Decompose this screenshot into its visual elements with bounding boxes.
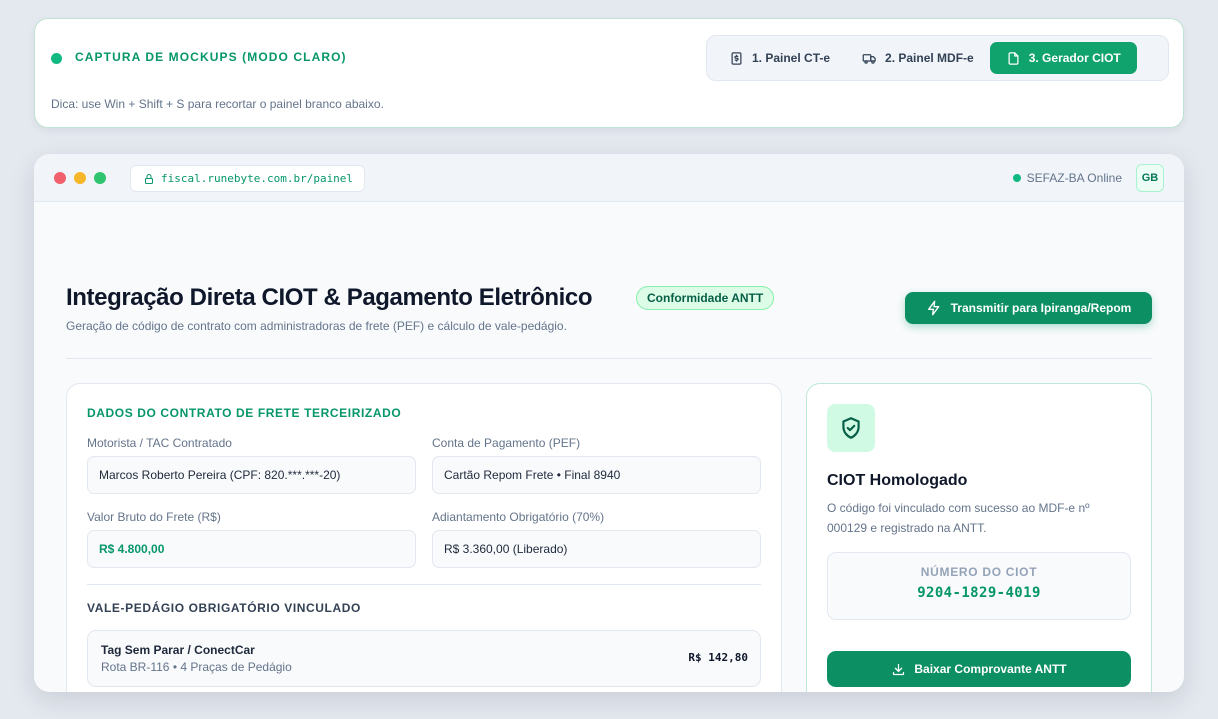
ciot-title: CIOT Homologado (827, 472, 968, 489)
address-bar[interactable]: fiscal.runebyte.com.br/painel (130, 165, 365, 192)
driver-label: Motorista / TAC Contratado (87, 436, 232, 450)
online-dot (1012, 174, 1021, 182)
ciot-number: 9204-1829-4019 (917, 585, 1041, 601)
close-window-button[interactable] (54, 172, 66, 184)
page-title: Integração Direta CIOT & Pagamento Eletr… (66, 284, 593, 311)
tab-label: 3. Gerador CIOT (1028, 51, 1121, 65)
maximize-window-button[interactable] (94, 172, 106, 184)
contract-section-title: DADOS DO CONTRATO DE FRETE TERCEIRIZADO (87, 406, 402, 420)
download-icon (893, 663, 905, 675)
capture-title: CAPTURA DE MOCKUPS (MODO CLARO) (75, 50, 347, 64)
title-bar: fiscal.runebyte.com.br/painel SEFAZ-BA O… (34, 154, 1184, 202)
transmit-button[interactable]: Transmitir para Ipiranga/Repom (905, 292, 1152, 324)
status-text: SEFAZ-BA Online (1026, 171, 1122, 185)
page-subtitle: Geração de código de contrato com admini… (66, 319, 567, 333)
truck-icon (862, 53, 876, 64)
ciot-number-label: NÚMERO DO CIOT (920, 565, 1038, 579)
minimize-window-button[interactable] (74, 172, 86, 184)
advance-label: Adiantamento Obrigatório (70%) (432, 510, 605, 524)
sefaz-status: SEFAZ-BA Online (1012, 171, 1122, 185)
account-label: Conta de Pagamento (PEF) (432, 436, 581, 450)
toll-route: Rota BR-116 • 4 Praças de Pedágio (101, 660, 292, 674)
lightning-icon (927, 300, 939, 316)
capture-hint: Dica: use Win + Shift + S para recortar … (51, 97, 384, 111)
shield-check-icon-wrapper (827, 404, 875, 452)
download-label: Baixar Comprovante ANTT (914, 662, 1067, 676)
document-icon (1008, 51, 1019, 65)
contract-divider (87, 584, 761, 585)
page-content: Integração Direta CIOT & Pagamento Eletr… (34, 202, 1184, 692)
tab-painel-cte[interactable]: 1. Painel CT-e (713, 42, 846, 74)
receipt-dollar-icon (731, 51, 742, 65)
contract-panel: DADOS DO CONTRATO DE FRETE TERCEIRIZADO … (66, 383, 782, 692)
shield-check-icon (842, 417, 860, 439)
capture-card: CAPTURA DE MOCKUPS (MODO CLARO) Dica: us… (34, 18, 1184, 128)
url-text: fiscal.runebyte.com.br/painel (161, 172, 354, 185)
transmit-label: Transmitir para Ipiranga/Repom (950, 301, 1132, 315)
panel-switcher: 1. Painel CT-e 2. Painel MDF-e 3. Gerado… (706, 35, 1169, 81)
ciot-number-box: NÚMERO DO CIOT 9204-1829-4019 (827, 552, 1131, 620)
ciot-panel: CIOT Homologado O código foi vinculado c… (806, 383, 1152, 692)
gross-value-field[interactable]: R$ 4.800,00 (87, 530, 416, 568)
avatar[interactable]: GB (1136, 164, 1164, 192)
toll-item: Tag Sem Parar / ConectCar Rota BR-116 • … (87, 630, 761, 687)
header-divider (66, 358, 1152, 359)
download-receipt-button[interactable]: Baixar Comprovante ANTT (827, 651, 1131, 687)
ciot-description: O código foi vinculado com sucesso ao MD… (827, 501, 1090, 535)
tab-label: 1. Painel CT-e (752, 51, 831, 65)
driver-field[interactable]: Marcos Roberto Pereira (CPF: 820.***.***… (87, 456, 416, 494)
toll-name: Tag Sem Parar / ConectCar (101, 643, 255, 657)
payment-account-field[interactable]: Cartão Repom Frete • Final 8940 (432, 456, 761, 494)
tab-painel-mdfe[interactable]: 2. Painel MDF-e (846, 42, 990, 74)
status-dot (51, 53, 62, 64)
compliance-badge: Conformidade ANTT (636, 286, 775, 310)
browser-window: fiscal.runebyte.com.br/painel SEFAZ-BA O… (34, 154, 1184, 692)
gross-value-label: Valor Bruto do Frete (R$) (87, 510, 221, 524)
tab-label: 2. Painel MDF-e (885, 51, 974, 65)
toll-section-title: VALE-PEDÁGIO OBRIGATÓRIO VINCULADO (87, 601, 361, 615)
toll-value: R$ 142,80 (688, 651, 748, 664)
advance-field[interactable]: R$ 3.360,00 (Liberado) (432, 530, 761, 568)
lock-icon (145, 173, 153, 184)
tab-gerador-ciot[interactable]: 3. Gerador CIOT (989, 42, 1137, 74)
